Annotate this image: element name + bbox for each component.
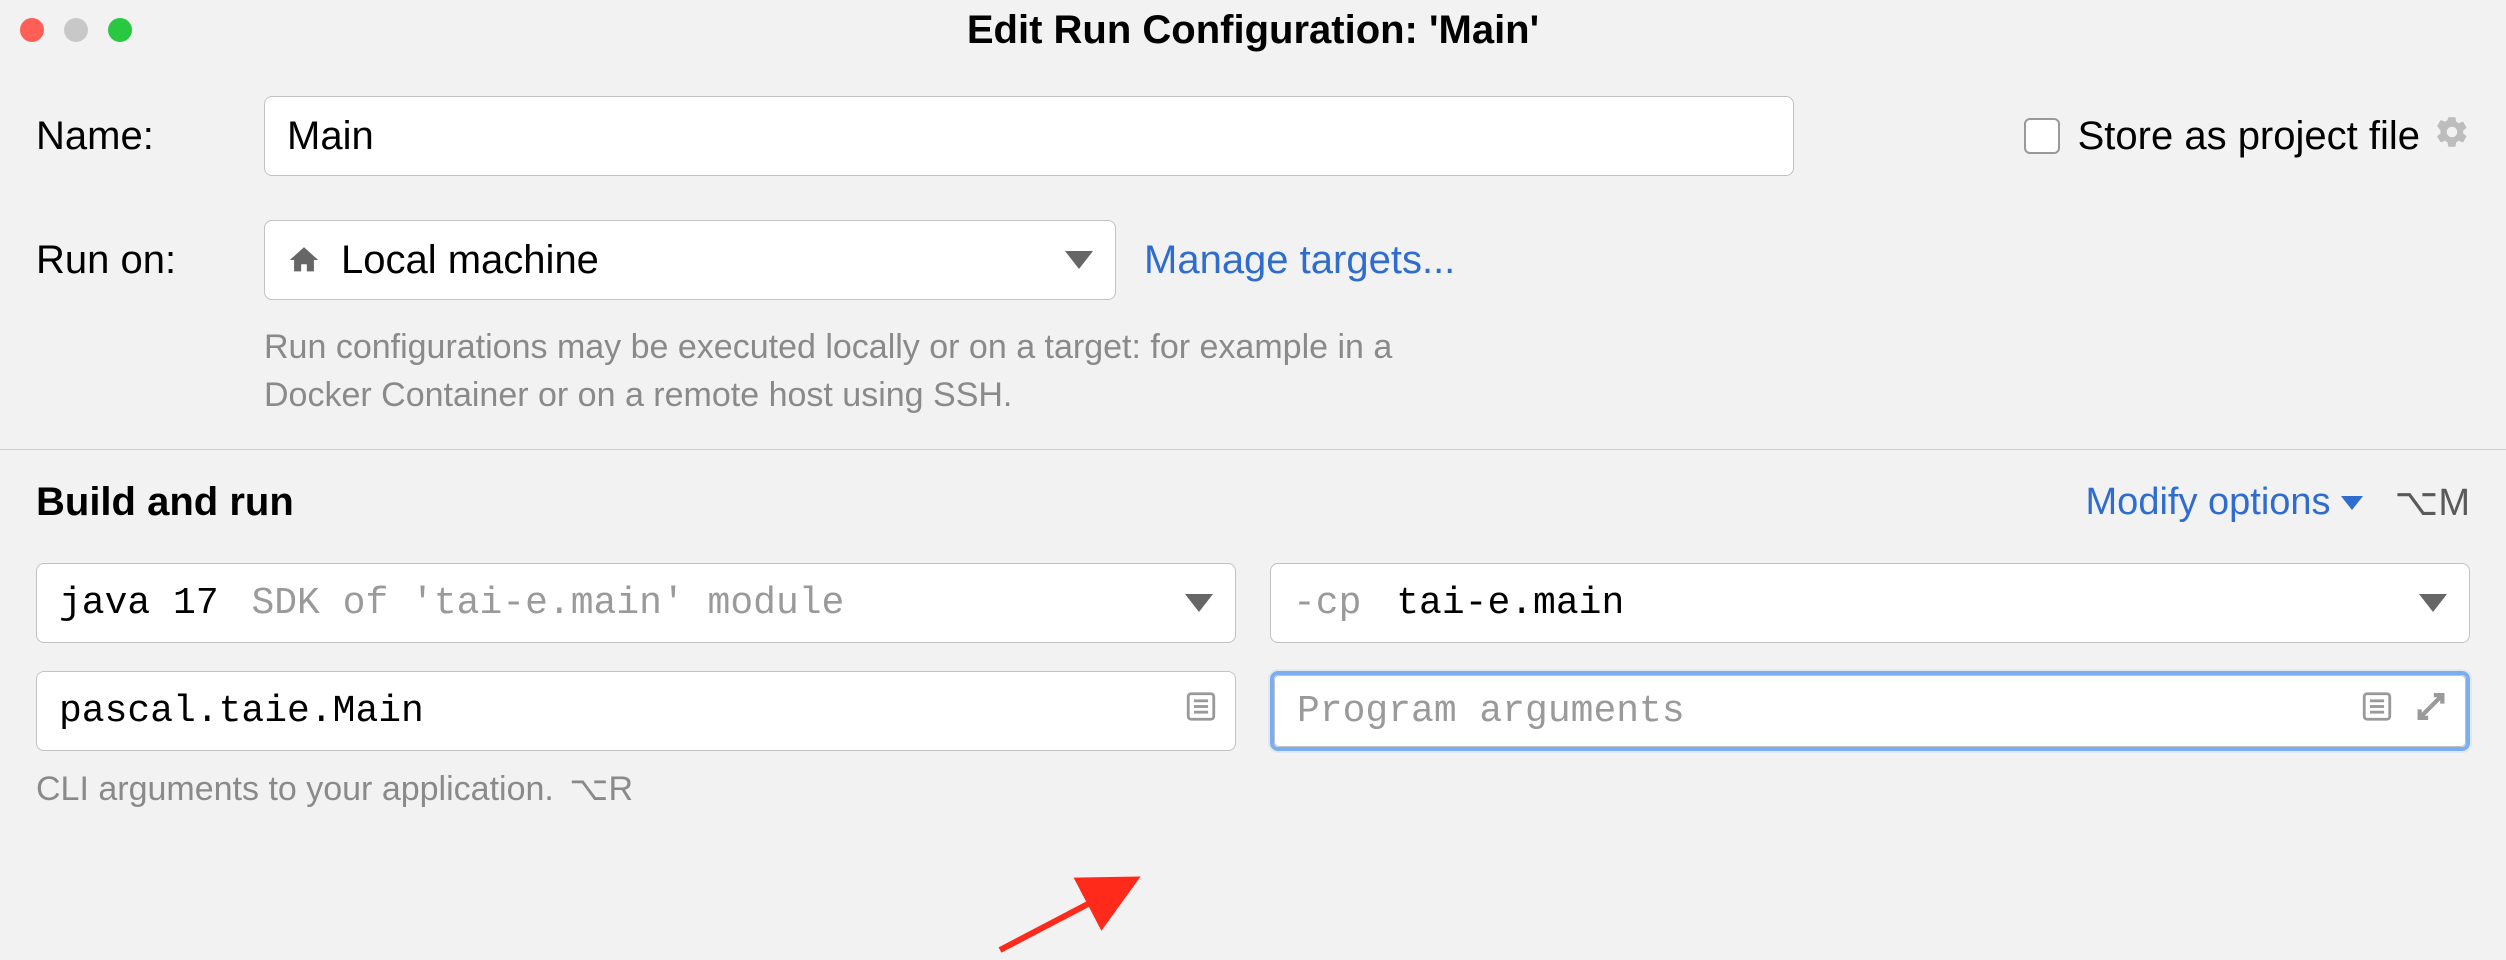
modify-options-shortcut: ⌥M — [2395, 480, 2470, 525]
list-icon[interactable] — [1184, 690, 1218, 733]
expand-icon[interactable] — [2414, 690, 2448, 733]
main-class-field-wrap — [36, 671, 1236, 751]
jdk-module-hint: SDK of 'tai-e.main' module — [251, 582, 844, 625]
cli-arguments-shortcut: ⌥R — [569, 770, 633, 808]
run-on-label: Run on: — [36, 220, 236, 283]
home-icon — [287, 243, 321, 277]
store-as-project-checkbox[interactable] — [2024, 118, 2060, 154]
chevron-down-icon — [2419, 594, 2447, 612]
classpath-select[interactable]: -cp tai-e.main — [1270, 563, 2470, 643]
titlebar: Edit Run Configuration: 'Main' — [0, 0, 2506, 60]
classpath-module: tai-e.main — [1396, 582, 1624, 625]
modify-options-label: Modify options — [2086, 481, 2331, 524]
window-controls — [20, 18, 132, 42]
close-window-button[interactable] — [20, 18, 44, 42]
jdk-text: java 17 SDK of 'tai-e.main' module — [59, 582, 844, 625]
list-icon[interactable] — [2360, 690, 2394, 733]
chevron-down-icon — [1185, 594, 1213, 612]
build-and-run-title: Build and run — [36, 480, 294, 525]
chevron-down-icon — [2341, 496, 2363, 510]
classpath-flag: -cp — [1293, 582, 1361, 625]
zoom-window-button[interactable] — [108, 18, 132, 42]
sdk-classpath-row: java 17 SDK of 'tai-e.main' module -cp t… — [36, 563, 2470, 643]
chevron-down-icon — [1065, 251, 1093, 269]
minimize-window-button[interactable] — [64, 18, 88, 42]
gear-icon[interactable] — [2434, 114, 2470, 159]
main-class-input[interactable] — [36, 671, 1236, 751]
mainclass-args-row — [36, 671, 2470, 751]
name-input[interactable] — [264, 96, 1794, 176]
jdk-name: java 17 — [59, 582, 219, 625]
divider — [0, 449, 2506, 450]
run-on-selected: Local machine — [341, 238, 1045, 283]
program-arguments-input[interactable] — [1274, 675, 2466, 747]
run-on-select[interactable]: Local machine — [264, 220, 1116, 300]
annotation-arrow — [990, 870, 1150, 960]
dialog-title: Edit Run Configuration: 'Main' — [0, 8, 2506, 53]
name-row: Name: Store as project file — [36, 96, 2470, 176]
store-as-project-label: Store as project file — [2078, 114, 2420, 159]
cli-arguments-hint: CLI arguments to your application. ⌥R — [36, 769, 2470, 809]
run-on-hint: Run configurations may be executed local… — [264, 324, 1414, 419]
name-label: Name: — [36, 114, 236, 159]
modify-options-link[interactable]: Modify options — [2086, 481, 2363, 524]
manage-targets-link[interactable]: Manage targets... — [1144, 238, 1455, 283]
program-arguments-field-wrap — [1270, 671, 2470, 751]
cli-arguments-text: CLI arguments to your application. — [36, 770, 554, 808]
run-on-row: Run on: Local machine Manage targets... … — [36, 220, 2470, 419]
build-and-run-header: Build and run Modify options ⌥M — [36, 480, 2470, 525]
classpath-text: -cp tai-e.main — [1293, 582, 1624, 625]
jdk-select[interactable]: java 17 SDK of 'tai-e.main' module — [36, 563, 1236, 643]
